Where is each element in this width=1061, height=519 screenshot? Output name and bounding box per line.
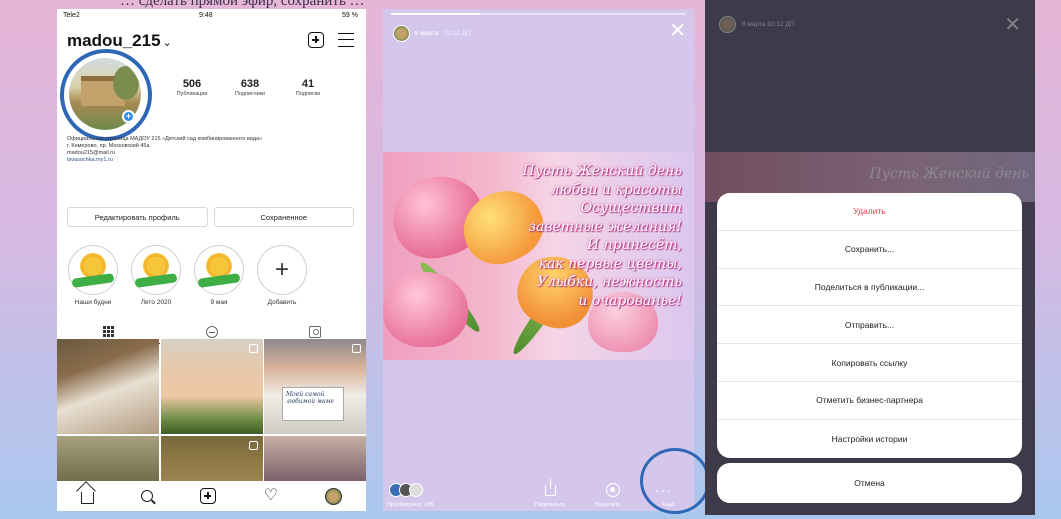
bio-description: Официальная страница МАДОУ 215 «Детский … bbox=[67, 136, 263, 142]
profile-stats: 506 Публикации 638 Подписчики 41 Подписки bbox=[167, 78, 333, 97]
highlight-label: Выделить bbox=[595, 502, 621, 508]
highlight-icon[interactable] bbox=[606, 483, 620, 497]
account-switcher[interactable]: madou_215 ⌄ bbox=[67, 31, 172, 50]
viewers-avatars[interactable] bbox=[389, 483, 423, 497]
multi-photo-icon bbox=[248, 344, 258, 353]
story-progress-bar bbox=[391, 13, 686, 15]
highlight-ring bbox=[60, 49, 152, 141]
stat-count: 506 bbox=[182, 78, 202, 90]
story-avatar[interactable] bbox=[393, 25, 410, 42]
photo-thumbnail[interactable] bbox=[57, 435, 159, 483]
profile-nav-avatar[interactable] bbox=[325, 487, 343, 505]
tagged-person-icon bbox=[308, 326, 321, 338]
story-avatar bbox=[719, 16, 736, 33]
battery-label: 59 % bbox=[342, 12, 358, 19]
edit-profile-button[interactable]: Редактировать профиль bbox=[67, 207, 208, 227]
highlight-label: Добавить bbox=[267, 299, 297, 306]
search-icon[interactable] bbox=[140, 490, 153, 502]
profile-bio: Официальная страница МАДОУ 215 «Детский … bbox=[67, 136, 357, 164]
dimmed-verse: Пусть Женский день bbox=[869, 166, 1029, 182]
photo-thumbnail[interactable]: Моей самой любимой маме bbox=[264, 339, 366, 434]
create-icon[interactable] bbox=[200, 488, 217, 504]
share-label: Поделиться bbox=[535, 502, 566, 508]
stat-posts[interactable]: 506 Публикации bbox=[167, 78, 217, 97]
bio-email: madou215@mail.ru bbox=[67, 150, 116, 156]
photo-card-text: Моей самой любимой маме bbox=[282, 387, 344, 421]
add-highlight[interactable]: + Добавить bbox=[254, 245, 310, 306]
story-image: Пусть Женский день любви и красоты Осуще… bbox=[383, 152, 694, 360]
photo-thumbnail[interactable] bbox=[57, 339, 159, 434]
stat-following[interactable]: 41 Подписки bbox=[283, 78, 333, 97]
add-story-icon[interactable]: + bbox=[122, 110, 135, 123]
stat-label: Подписки bbox=[295, 91, 321, 97]
bio-website-link[interactable]: lavasochka.my1.ru bbox=[67, 157, 357, 164]
story-settings-option[interactable]: Настройки истории bbox=[717, 420, 1022, 458]
bio-address: г. Кемерово, пр. Московский 45а bbox=[67, 143, 150, 149]
bottom-nav: ♡ bbox=[57, 481, 366, 511]
share-icon[interactable] bbox=[545, 479, 556, 496]
story-options-screen: 8 марта 10:12 ДП ✕ Пусть Женский день Уд… bbox=[705, 0, 1035, 515]
cancel-button[interactable]: Отмена bbox=[717, 463, 1022, 503]
stat-label: Публикации bbox=[176, 91, 208, 97]
verse-line: заветные желания! bbox=[528, 218, 682, 235]
highlight-ring bbox=[640, 448, 710, 514]
home-icon[interactable] bbox=[80, 492, 94, 504]
save-option[interactable]: Сохранить... bbox=[717, 231, 1022, 269]
plus-icon: + bbox=[257, 245, 307, 295]
verse-line: любви и красоты bbox=[550, 181, 682, 198]
highlight-item[interactable]: 9 мая bbox=[191, 245, 247, 306]
highlight-item[interactable]: Наши будни bbox=[65, 245, 121, 306]
chevron-down-icon: ⌄ bbox=[162, 37, 172, 49]
new-post-icon[interactable] bbox=[308, 32, 324, 48]
close-icon[interactable]: ✕ bbox=[669, 21, 686, 41]
highlight-item[interactable]: Лето 2020 bbox=[128, 245, 184, 306]
story-timestamp: 10:12 ДП bbox=[443, 30, 471, 37]
photo-thumbnail[interactable] bbox=[160, 339, 263, 434]
highlight-label: Наши будни bbox=[74, 299, 112, 306]
circle-minus-icon bbox=[205, 326, 218, 338]
stat-count: 41 bbox=[301, 78, 315, 90]
viewers-count[interactable]: Просмотрено: 186 bbox=[387, 502, 434, 508]
delete-option[interactable]: Удалить bbox=[717, 193, 1022, 231]
menu-icon[interactable] bbox=[338, 33, 354, 47]
story-username[interactable]: 8 марта bbox=[415, 30, 439, 37]
story-header: 8 марта 10:12 ДП bbox=[393, 25, 471, 42]
verse-line: Осуществит bbox=[580, 200, 682, 216]
tag-business-partner-option[interactable]: Отметить бизнес-партнера bbox=[717, 382, 1022, 420]
verse-line: и очарованье! bbox=[578, 292, 682, 309]
share-to-post-option[interactable]: Поделиться в публикации... bbox=[717, 269, 1022, 307]
highlight-label: 9 мая bbox=[210, 299, 228, 306]
story-highlights: Наши будни Лето 2020 9 мая + Добавить bbox=[65, 245, 310, 306]
clock-label: 9:48 bbox=[199, 12, 213, 19]
highlight-label: Лето 2020 bbox=[140, 299, 172, 306]
story-screen: 8 марта 10:12 ДП ✕ Пусть Женский день лю… bbox=[383, 9, 694, 511]
saved-button[interactable]: Сохраненное bbox=[213, 207, 354, 227]
username: madou_215 bbox=[67, 31, 161, 50]
photo-thumbnail[interactable] bbox=[160, 435, 263, 483]
carrier-label: Tele2 bbox=[63, 12, 80, 19]
stat-followers[interactable]: 638 Подписчики bbox=[225, 78, 275, 97]
photo-thumbnail[interactable] bbox=[264, 435, 366, 483]
verse-line: И принесёт, bbox=[586, 237, 682, 253]
send-option[interactable]: Отправить... bbox=[717, 306, 1022, 345]
multi-photo-icon bbox=[352, 344, 361, 353]
verse-line: как первые цветы, bbox=[538, 255, 682, 272]
close-icon: ✕ bbox=[1004, 14, 1021, 36]
stat-label: Подписчики bbox=[234, 91, 266, 97]
status-bar: Tele2 9:48 59 % bbox=[57, 9, 366, 23]
verse-line: Улыбки, нежность bbox=[536, 274, 682, 290]
verse-line: Пусть Женский день bbox=[522, 163, 682, 179]
dimmed-story-header: 8 марта 10:12 ДП bbox=[719, 16, 794, 33]
copy-link-option[interactable]: Копировать ссылку bbox=[717, 344, 1022, 382]
greeting-verse: Пусть Женский день любви и красоты Осуще… bbox=[522, 162, 682, 310]
dimmed-header-text: 8 марта 10:12 ДП bbox=[742, 21, 795, 28]
profile-screen: Tele2 9:48 59 % madou_215 ⌄ + 506 Публикац… bbox=[57, 9, 366, 511]
action-sheet: Удалить Сохранить... Поделиться в публик… bbox=[717, 193, 1022, 458]
stat-count: 638 bbox=[240, 78, 260, 90]
photo-grid: Моей самой любимой маме bbox=[57, 339, 366, 483]
grid-icon bbox=[103, 326, 114, 337]
multi-photo-icon bbox=[248, 440, 258, 450]
heart-icon[interactable]: ♡ bbox=[264, 488, 278, 504]
